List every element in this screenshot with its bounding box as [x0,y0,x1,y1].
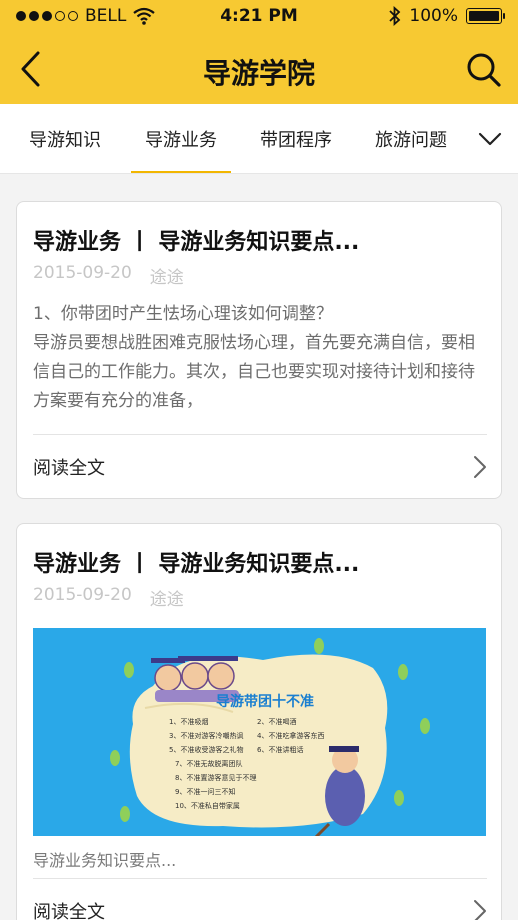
article-meta: 2015-09-20 途途 [33,263,184,288]
article-image[interactable]: 导游带团十不准 1、不准吸烟 2、不准喝酒 3、不准对游客冷嘲热讽 4、不准吃拿游客东… [33,628,486,836]
nav-bar: 导游学院 [0,34,518,104]
back-button[interactable] [10,46,50,92]
signal-dot [68,11,78,21]
tab-tour-procedure[interactable]: 带团程序 [260,104,332,173]
excerpt-line: 导游员要想战胜困难克服怯场心理，首先要充满自信，要相信自己的工作能力。其次，自己… [33,333,475,411]
article-title[interactable]: 导游业务 丨 导游业务知识要点... [33,546,359,578]
read-full-label: 阅读全文 [33,902,105,920]
read-full-label: 阅读全文 [33,458,105,479]
card-divider [33,434,487,435]
signal-dot [16,11,26,21]
article-author: 途途 [149,590,184,610]
read-full-row[interactable]: 阅读全文 [17,436,501,498]
signal-dot [29,11,39,21]
chevron-left-icon [21,51,40,87]
battery-fill [469,11,499,21]
tab-guide-knowledge[interactable]: 导游知识 [29,104,101,173]
status-bar: BELL 4:21 PM 100% [0,0,518,34]
article-date: 2015-09-20 [33,585,132,605]
search-icon [467,53,501,87]
article-date: 2015-09-20 [33,263,132,283]
signal-dot [42,11,52,21]
article-meta: 2015-09-20 途途 [33,585,184,610]
chevron-right-icon [474,456,486,478]
signal-dot [55,11,65,21]
poster-rule: 9、不准一问三不知 [175,787,235,796]
page-title: 导游学院 [202,57,315,90]
tab-travel-questions[interactable]: 旅游问题 [375,104,447,173]
poster-rule: 3、不准对游客冷嘲热讽 [169,731,243,740]
rules-poster: 导游带团十不准 1、不准吸烟 2、不准喝酒 3、不准对游客冷嘲热讽 4、不准吃拿游客东… [33,628,486,836]
status-right: 100% [389,6,505,26]
carrier-name: BELL [85,6,127,26]
tab-guide-business[interactable]: 导游业务 [131,104,231,173]
search-button[interactable] [462,48,506,92]
article-card[interactable]: 导游业务 丨 导游业务知识要点... 2015-09-20 途途 导游带团十不准… [16,523,502,920]
excerpt-line: 1、你带团时产生怯场心理该如何调整？ [33,304,333,324]
poster-rule: 2、不准喝酒 [257,717,296,726]
status-left: BELL [16,6,156,26]
chevron-down-icon [478,132,502,146]
battery-icon [466,8,505,24]
poster-rule: 5、不准收受游客之礼物 [169,745,243,754]
wifi-icon [133,7,156,25]
article-author: 途途 [149,268,184,288]
bluetooth-icon [389,6,401,26]
article-excerpt: 1、你带团时产生怯场心理该如何调整？ 导游员要想战胜困难克服怯场心理，首先要充满… [33,300,488,416]
article-caption: 导游业务知识要点... [33,851,177,870]
poster-rule: 10、不准私自带家属 [175,801,240,810]
poster-rule: 6、不准讲粗话 [257,745,303,754]
poster-rule: 7、不准无故脱离团队 [175,759,242,768]
more-tabs-button[interactable] [462,104,518,173]
card-divider [33,878,487,879]
read-full-row[interactable]: 阅读全文 [17,880,501,920]
article-card[interactable]: 导游业务 丨 导游业务知识要点... 2015-09-20 途途 1、你带团时产… [16,201,502,499]
poster-rule: 4、不准吃拿游客东西 [257,731,324,740]
poster-rule: 8、不准置游客意见于不理 [175,773,256,782]
signal-strength-icon [16,11,78,21]
article-title[interactable]: 导游业务 丨 导游业务知识要点... [33,224,359,256]
poster-heading: 导游带团十不准 [216,693,314,710]
chevron-right-icon [474,900,486,920]
poster-rule: 1、不准吸烟 [169,717,208,726]
category-tabs: 导游知识 导游业务 带团程序 旅游问题 [0,104,518,174]
battery-percent: 100% [409,6,458,26]
